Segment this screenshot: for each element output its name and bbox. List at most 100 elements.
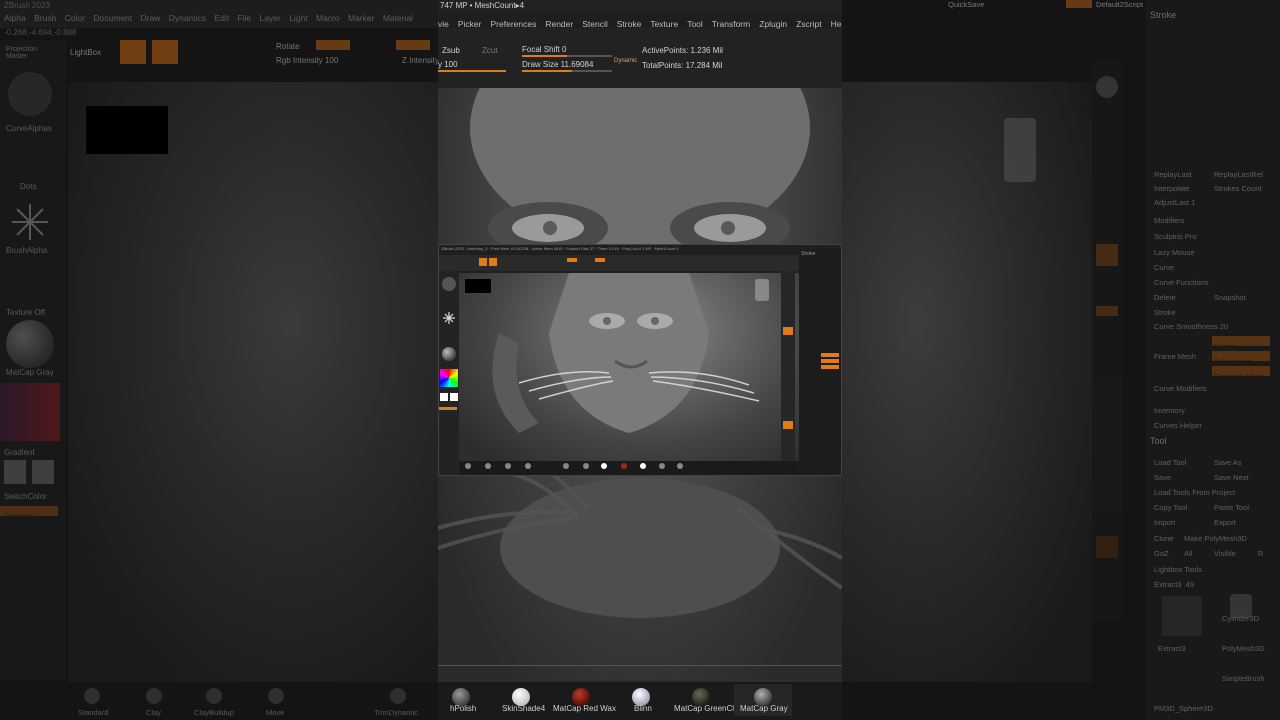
bg-edit-button[interactable] [120, 40, 146, 64]
bg-draw-button[interactable] [152, 40, 178, 64]
bg-sculptris-pro[interactable]: Sculptris Pro [1154, 232, 1197, 241]
inset-alpha-thumb[interactable] [442, 277, 456, 291]
menu-picker[interactable]: Picker [458, 19, 482, 29]
bg-delete[interactable]: Delete [1154, 293, 1176, 302]
bg-solo-button[interactable] [1096, 536, 1118, 558]
bg-inventory[interactable]: Inventory [1154, 406, 1185, 415]
menu-view[interactable]: vie [438, 19, 449, 29]
menu-preferences[interactable]: Preferences [491, 19, 537, 29]
bg-strokes-count[interactable]: Strokes Count [1214, 184, 1262, 193]
inset-shelf-orange-1[interactable] [783, 327, 793, 335]
bg-default-script[interactable]: Default2Script [1096, 0, 1143, 9]
bg-orange-icon[interactable] [1096, 244, 1118, 266]
bg-extract-slider[interactable]: Extract3 .49 [1154, 580, 1194, 589]
bg-all[interactable]: All [1184, 549, 1192, 558]
inset-star-icon[interactable] [442, 311, 456, 325]
bg-modifiers[interactable]: Modifiers [1154, 216, 1184, 225]
bg-replaylast[interactable]: ReplayLast [1154, 170, 1192, 179]
secondary-color-swatch[interactable] [32, 460, 54, 484]
menu-zscript[interactable]: Zscript [796, 19, 822, 29]
inset-mat-blinn-icon[interactable] [640, 463, 646, 469]
inset-creased-button[interactable] [821, 365, 839, 369]
inset-polygroups-button[interactable] [821, 359, 839, 363]
bg-stroke[interactable]: Stroke [1154, 308, 1176, 317]
bg-lazy-mouse[interactable]: Lazy Mouse [1154, 248, 1194, 257]
inset-secondary-color[interactable] [450, 393, 458, 401]
bg-standard-brush-icon[interactable] [84, 688, 100, 704]
inset-zadd-button[interactable] [595, 258, 605, 262]
bg-menu-macro[interactable]: Macro [316, 13, 340, 23]
menu-stroke[interactable]: Stroke [617, 19, 642, 29]
menu-zplugin[interactable]: Zplugin [759, 19, 787, 29]
bg-goz[interactable]: GoZ [1154, 549, 1169, 558]
bg-orange-toggle[interactable] [1096, 306, 1118, 316]
draw-size-slider[interactable]: Draw Size 11.69084 [522, 60, 593, 69]
bg-curve-functions[interactable]: Curve Functions [1154, 278, 1209, 287]
color-picker[interactable] [0, 383, 60, 441]
bg-creased-button[interactable]: Creased edges [1212, 366, 1270, 381]
inset-edit-button[interactable] [479, 258, 487, 266]
intensity-slider-track[interactable] [438, 70, 506, 72]
menu-stencil[interactable]: Stencil [582, 19, 608, 29]
matcap-gray-sphere[interactable] [6, 320, 54, 368]
bg-menu-document[interactable]: Document [93, 13, 132, 23]
bg-import[interactable]: Import [1154, 518, 1175, 527]
bg-make-polymesh[interactable]: Make PolyMesh3D [1184, 534, 1247, 543]
inset-brush-trimdynamic-icon[interactable] [563, 463, 569, 469]
zcut-button[interactable]: Zcut [482, 46, 498, 55]
bg-trimdynamic-brush-icon[interactable] [390, 688, 406, 704]
main-color-swatch[interactable] [4, 460, 26, 484]
focal-shift-slider[interactable]: Focal Shift 0 [522, 45, 566, 54]
bg-menu-layer[interactable]: Layer [260, 13, 281, 23]
bg-menu-light[interactable]: Light [289, 13, 307, 23]
inset-matcap-sphere[interactable] [442, 347, 456, 361]
inset-brush-clay-icon[interactable] [485, 463, 491, 469]
inset-color-picker[interactable] [440, 369, 458, 387]
inset-shelf-orange-2[interactable] [783, 421, 793, 429]
bg-clay-brush-icon[interactable] [146, 688, 162, 704]
bg-zadd-button[interactable] [396, 40, 430, 50]
bg-clone[interactable]: Clone [1154, 534, 1174, 543]
bg-curve-modifiers[interactable]: Curve Modifiers [1154, 384, 1207, 393]
bg-polygroups-button[interactable]: Polygroups [1212, 351, 1270, 366]
menu-tool[interactable]: Tool [687, 19, 703, 29]
bg-menu-file[interactable]: File [237, 13, 251, 23]
bg-lightbox-tools[interactable]: Lightbox Tools [1154, 565, 1202, 574]
bg-tool-thumb-extract[interactable] [1162, 596, 1202, 636]
menu-texture[interactable]: Texture [650, 19, 678, 29]
bg-menu-marker[interactable]: Marker [348, 13, 374, 23]
bg-menu-material[interactable]: Material [383, 13, 413, 23]
bg-alternate-button[interactable]: Alternate [0, 506, 58, 521]
inset-brush-move-icon[interactable] [525, 463, 531, 469]
menu-transform[interactable]: Transform [712, 19, 750, 29]
bg-save-next[interactable]: Save Next [1214, 473, 1249, 482]
inset-main-color[interactable] [440, 393, 448, 401]
bg-adjustlast[interactable]: AdjustLast 1 [1154, 198, 1195, 207]
inset-mat-gray-icon[interactable] [677, 463, 683, 469]
bg-ac-button[interactable] [1066, 0, 1092, 8]
bg-frame-mesh[interactable]: Frame Mesh [1154, 352, 1196, 361]
bg-menu-dynamics[interactable]: Dynamics [169, 13, 206, 23]
bg-load-tool[interactable]: Load Tool [1154, 458, 1186, 467]
bg-paste-tool[interactable]: Paste Tool [1214, 503, 1249, 512]
bg-projection-master[interactable]: Projection Master [6, 46, 60, 60]
curve-alpha-thumb[interactable] [8, 72, 52, 116]
inset-brush-claybuildup-icon[interactable] [505, 463, 511, 469]
inset-mat-skinshade-icon[interactable] [601, 463, 607, 469]
bg-copy-tool[interactable]: Copy Tool [1154, 503, 1187, 512]
inset-mat-hpolish-icon[interactable] [583, 463, 589, 469]
bg-curve[interactable]: Curve [1154, 263, 1174, 272]
bg-r[interactable]: R [1258, 549, 1263, 558]
bg-visible[interactable]: Visible [1214, 549, 1236, 558]
inset-brush-standard-icon[interactable] [465, 463, 471, 469]
bg-mrgb-label[interactable]: Rotate [276, 42, 300, 51]
brush-alpha-star-icon[interactable] [10, 202, 50, 242]
menu-render[interactable]: Render [545, 19, 573, 29]
bg-snapshot[interactable]: Snapshot [1214, 293, 1246, 302]
bg-export[interactable]: Export [1214, 518, 1236, 527]
bg-menu-alpha[interactable]: Alpha [4, 13, 26, 23]
dynamic-toggle[interactable]: Dynamic [614, 58, 637, 64]
inset-alternate-button[interactable] [439, 407, 457, 410]
bg-curves-helper[interactable]: Curves Helper [1154, 421, 1202, 430]
intensity-slider[interactable]: y 100 [438, 60, 458, 69]
